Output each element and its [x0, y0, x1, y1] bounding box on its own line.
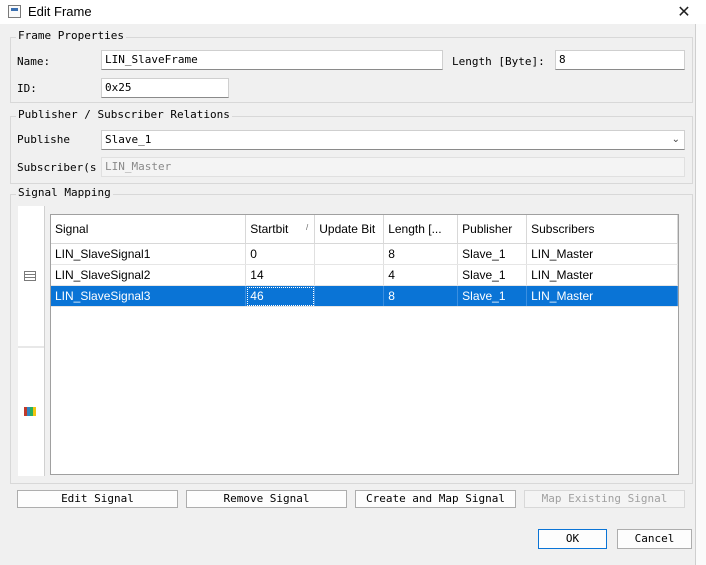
- edit-signal-button[interactable]: Edit Signal: [17, 490, 178, 508]
- name-label: Name:: [17, 55, 51, 68]
- cell-publisher: Slave_1: [457, 285, 528, 307]
- publisher-select[interactable]: Slave_1 ⌄: [101, 130, 685, 150]
- background-window: [695, 24, 706, 565]
- table-row[interactable]: LIN_SlaveSignal1 0 8 Slave_1 LIN_Master: [51, 243, 678, 265]
- cell-publisher: Slave_1: [457, 243, 528, 265]
- column-header-length[interactable]: Length [...: [383, 215, 459, 244]
- subscriber-label: Subscriber(s: [17, 161, 97, 174]
- ok-button[interactable]: OK: [538, 529, 607, 549]
- publisher-label: Publishe: [17, 133, 70, 146]
- cell-length: 8: [383, 285, 459, 307]
- relations-legend: Publisher / Subscriber Relations: [16, 108, 232, 121]
- id-label: ID:: [17, 82, 37, 95]
- cell-subscribers: LIN_Master: [526, 243, 678, 265]
- cell-startbit: 14: [245, 264, 316, 286]
- column-header-startbit[interactable]: Startbit /: [245, 215, 316, 244]
- subscriber-field: LIN_Master: [101, 157, 685, 177]
- title-bar: Edit Frame ✕: [0, 0, 706, 24]
- properties-icon[interactable]: [24, 271, 36, 281]
- signal-table: Signal Startbit / Update Bit Length [... …: [50, 214, 679, 475]
- column-header-subscribers[interactable]: Subscribers: [526, 215, 678, 244]
- name-field[interactable]: LIN_SlaveFrame: [101, 50, 443, 70]
- window-title: Edit Frame: [28, 4, 92, 19]
- cell-startbit: 0: [245, 243, 316, 265]
- map-existing-signal-button: Map Existing Signal: [524, 490, 685, 508]
- sort-indicator-icon: /: [306, 223, 309, 232]
- property-toolbar: [18, 206, 45, 476]
- column-header-signal[interactable]: Signal: [51, 215, 247, 244]
- cell-signal: LIN_SlaveSignal1: [51, 243, 247, 265]
- create-and-map-signal-button[interactable]: Create and Map Signal: [355, 490, 516, 508]
- cell-startbit: 46: [245, 285, 316, 307]
- column-header-update-bit[interactable]: Update Bit: [314, 215, 385, 244]
- cell-publisher: Slave_1: [457, 264, 528, 286]
- table-row[interactable]: LIN_SlaveSignal2 14 4 Slave_1 LIN_Master: [51, 264, 678, 286]
- cell-length: 8: [383, 243, 459, 265]
- cell-update-bit: [314, 264, 385, 286]
- toolbar-separator: [18, 346, 44, 348]
- chevron-down-icon: ⌄: [671, 134, 680, 145]
- column-header-startbit-label: Startbit: [250, 222, 289, 236]
- column-header-publisher[interactable]: Publisher: [457, 215, 528, 244]
- length-field[interactable]: 8: [555, 50, 685, 70]
- signal-mapping-legend: Signal Mapping: [16, 186, 113, 199]
- frame-properties-legend: Frame Properties: [16, 29, 126, 42]
- frame-icon: [8, 5, 21, 18]
- close-button[interactable]: ✕: [662, 0, 706, 24]
- remove-signal-button[interactable]: Remove Signal: [186, 490, 347, 508]
- publisher-value: Slave_1: [105, 133, 152, 146]
- id-field[interactable]: 0x25: [101, 78, 229, 98]
- cell-length: 4: [383, 264, 459, 286]
- cell-update-bit: [314, 243, 385, 265]
- table-header: Signal Startbit / Update Bit Length [... …: [51, 215, 678, 244]
- cell-subscribers: LIN_Master: [526, 285, 678, 307]
- cell-subscribers: LIN_Master: [526, 264, 678, 286]
- table-row-selected[interactable]: LIN_SlaveSignal3 46 8 Slave_1 LIN_Master: [51, 285, 678, 307]
- cancel-button[interactable]: Cancel: [617, 529, 692, 549]
- cell-signal: LIN_SlaveSignal2: [51, 264, 247, 286]
- categorized-icon[interactable]: [24, 407, 36, 416]
- cell-signal: LIN_SlaveSignal3: [51, 285, 247, 307]
- length-label: Length [Byte]:: [452, 55, 545, 68]
- cell-update-bit: [314, 285, 385, 307]
